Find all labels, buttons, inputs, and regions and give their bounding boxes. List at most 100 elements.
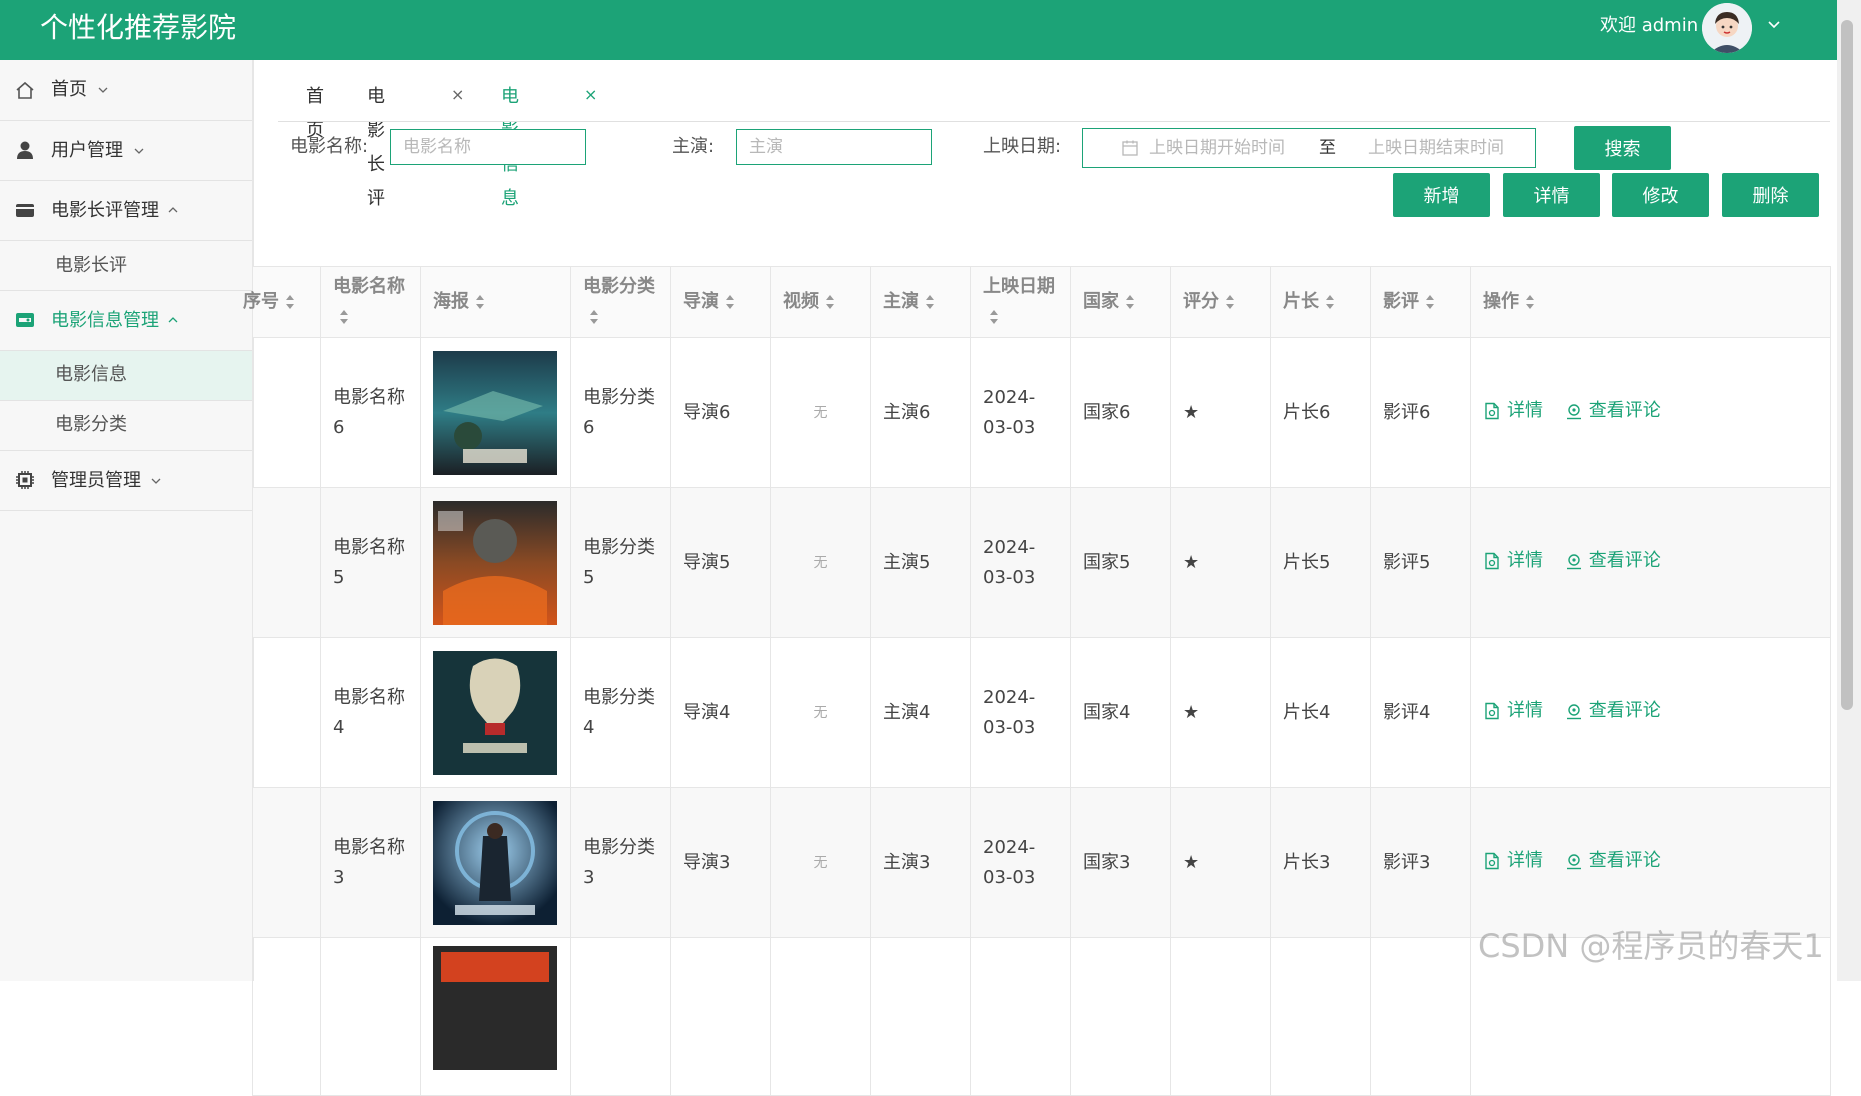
column-header-country[interactable]: 国家 — [1070, 266, 1171, 338]
row-detail-link[interactable]: 详情 — [1483, 846, 1543, 876]
movie-name-input[interactable] — [390, 129, 586, 165]
cell-category: 电影分类5 — [570, 487, 671, 638]
video-status: 无 — [813, 855, 828, 871]
welcome-text: 欢迎 admin — [1600, 15, 1699, 36]
column-header-release-date[interactable]: 上映日期 — [970, 266, 1071, 338]
document-icon — [1485, 702, 1499, 719]
sort-icon[interactable] — [1325, 293, 1335, 311]
sort-icon[interactable] — [1225, 293, 1235, 311]
cell-length: 片长4 — [1270, 637, 1371, 788]
sort-icon[interactable] — [285, 293, 295, 311]
cell-video: 无 — [770, 337, 871, 488]
column-header-index[interactable]: 序号 — [243, 266, 321, 338]
wallet-icon — [16, 204, 34, 217]
poster-image[interactable] — [433, 946, 557, 1070]
column-header-poster[interactable]: 海报 — [420, 266, 571, 338]
comment-icon — [1566, 403, 1581, 419]
sidebar-subitem-reviews[interactable]: 电影长评 — [0, 241, 252, 291]
sort-icon[interactable] — [1125, 293, 1135, 311]
sidebar-item-home[interactable]: 首页 — [0, 60, 252, 121]
watermark-text: CSDN @程序员的春天1 — [1478, 927, 1824, 965]
table-row[interactable]: 电影名称6 电影分类6 导演6 无 主演6 2024-03-03 国家6 ★ 片… — [252, 337, 1831, 488]
column-header-rating[interactable]: 评分 — [1170, 266, 1271, 338]
top-header: 个性化推荐影院 欢迎 admin — [0, 0, 1837, 60]
poster-image[interactable] — [433, 650, 557, 775]
sidebar-item-movie-mgmt[interactable]: 电影信息管理 — [0, 291, 252, 351]
add-button[interactable]: 新增 — [1393, 173, 1490, 217]
sidebar-item-users[interactable]: 用户管理 — [0, 121, 252, 181]
poster-image[interactable] — [433, 800, 557, 925]
edit-button[interactable]: 修改 — [1612, 173, 1709, 217]
home-icon — [16, 81, 34, 99]
column-header-director[interactable]: 导演 — [670, 266, 771, 338]
sidebar-subitem-movie-category[interactable]: 电影分类 — [0, 401, 252, 451]
sort-icon[interactable] — [339, 308, 349, 326]
cell-actions: 详情 查看评论 — [1470, 637, 1831, 788]
column-header-category[interactable]: 电影分类 — [570, 266, 671, 338]
cell-category: 电影分类4 — [570, 637, 671, 788]
chevron-down-icon[interactable] — [1767, 18, 1781, 32]
cell-length: 片长5 — [1270, 487, 1371, 638]
cell-name: 电影名称5 — [320, 487, 421, 638]
column-header-actions[interactable]: 操作 — [1470, 266, 1831, 338]
sidebar-item-label: 电影信息管理 — [51, 310, 159, 331]
tab-movie-reviews[interactable]: 电影长评 — [367, 80, 385, 216]
table-header-row: 序号 电影名称 海报 电影分类 导演 视频 主演 上映日期 国家 评分 片长 影… — [243, 266, 1831, 338]
sort-icon[interactable] — [925, 293, 935, 311]
table-row[interactable]: 电影名称4 电影分类4 导演4 无 主演4 2024-03-03 国家4 ★ 片… — [252, 637, 1831, 788]
sidebar-item-review-mgmt[interactable]: 电影长评管理 — [0, 181, 252, 241]
sidebar-subitem-movie-info[interactable]: 电影信息 — [0, 351, 252, 401]
sort-icon[interactable] — [989, 308, 999, 326]
column-header-name[interactable]: 电影名称 — [320, 266, 421, 338]
actor-input[interactable] — [736, 129, 932, 165]
video-status: 无 — [813, 705, 828, 721]
column-header-review[interactable]: 影评 — [1370, 266, 1471, 338]
row-comments-link[interactable]: 查看评论 — [1565, 696, 1661, 726]
sidebar-item-admin-mgmt[interactable]: 管理员管理 — [0, 451, 252, 511]
avatar[interactable] — [1702, 3, 1752, 53]
search-button[interactable]: 搜索 — [1574, 126, 1671, 170]
row-detail-link[interactable]: 详情 — [1483, 546, 1543, 576]
table-row[interactable]: 电影名称3 电影分类3 导演3 无 主演3 2024-03-03 国家3 ★ 片… — [252, 787, 1831, 938]
row-comments-link[interactable]: 查看评论 — [1565, 846, 1661, 876]
comment-icon — [1566, 703, 1581, 719]
sort-icon[interactable] — [589, 308, 599, 326]
sort-icon[interactable] — [1425, 293, 1435, 311]
release-date-range-picker[interactable]: 上映日期开始时间 至 上映日期结束时间 — [1082, 128, 1536, 168]
row-comments-link[interactable]: 查看评论 — [1565, 396, 1661, 426]
cell-name: 电影名称3 — [320, 787, 421, 938]
row-detail-link[interactable]: 详情 — [1483, 696, 1543, 726]
date-end-placeholder[interactable]: 上映日期结束时间 — [1368, 137, 1504, 159]
cell-actions: 详情 查看评论 — [1470, 487, 1831, 638]
cell-actor — [870, 937, 971, 1096]
cell-length: 片长3 — [1270, 787, 1371, 938]
tab-close-icon[interactable]: × — [451, 85, 464, 104]
poster-image[interactable] — [433, 500, 557, 625]
sort-icon[interactable] — [475, 293, 485, 311]
film-icon — [16, 313, 34, 327]
row-comments-link[interactable]: 查看评论 — [1565, 546, 1661, 576]
delete-button[interactable]: 删除 — [1722, 173, 1819, 217]
sort-icon[interactable] — [1525, 293, 1535, 311]
tab-close-icon[interactable]: × — [584, 85, 597, 104]
table-row[interactable]: 电影名称5 电影分类5 导演5 无 主演5 2024-03-03 国家5 ★ 片… — [252, 487, 1831, 638]
filter-actor-label: 主演: — [672, 136, 715, 157]
cell-video: 无 — [770, 487, 871, 638]
cell-index — [252, 637, 321, 788]
document-icon — [1485, 552, 1499, 569]
cell-name: 电影名称4 — [320, 637, 421, 788]
row-detail-link[interactable]: 详情 — [1483, 396, 1543, 426]
column-header-actor[interactable]: 主演 — [870, 266, 971, 338]
cell-index — [252, 487, 321, 638]
poster-image[interactable] — [433, 350, 557, 475]
column-header-length[interactable]: 片长 — [1270, 266, 1371, 338]
detail-button[interactable]: 详情 — [1503, 173, 1600, 217]
cell-release-date: 2024-03-03 — [970, 637, 1071, 788]
cell-category: 电影分类6 — [570, 337, 671, 488]
scrollbar-thumb[interactable] — [1841, 20, 1853, 710]
column-header-video[interactable]: 视频 — [770, 266, 871, 338]
sort-icon[interactable] — [725, 293, 735, 311]
sort-icon[interactable] — [825, 293, 835, 311]
filter-name-label: 电影名称: — [290, 136, 369, 157]
date-start-placeholder[interactable]: 上映日期开始时间 — [1149, 137, 1285, 159]
